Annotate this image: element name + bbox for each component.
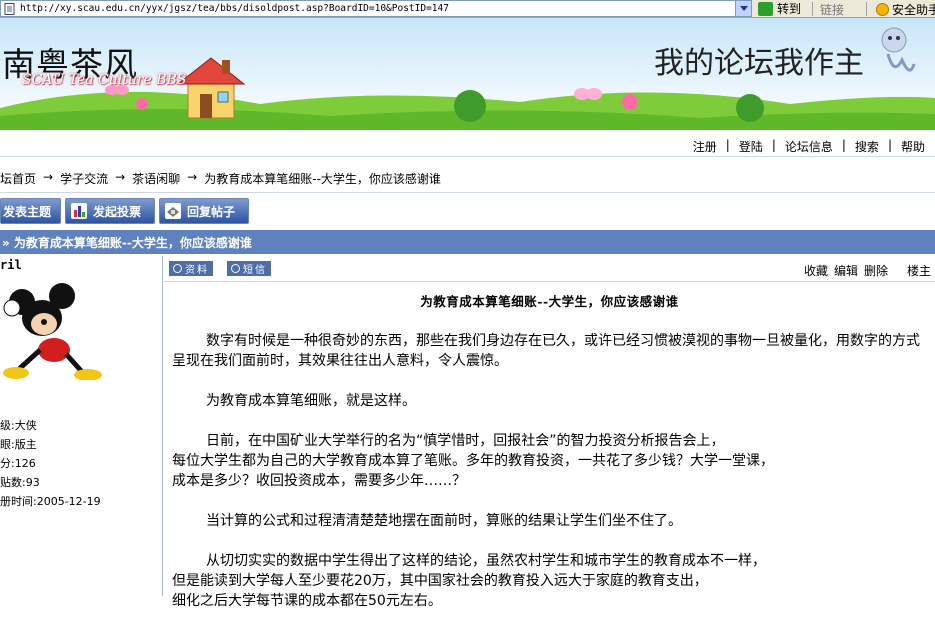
nav-divider: |	[725, 138, 730, 152]
post-toolbar: 资料 短信 收藏 编辑 删除 楼主	[164, 256, 935, 282]
post-paragraph: 数字有时候是一种很奇妙的东西，那些在我们身边存在已久，或许已经习惯被漠视的事物一…	[172, 333, 920, 369]
address-bar: http://xy.scau.edu.cn/yyx/jgsz/tea/bbs/d…	[0, 0, 935, 18]
url-field[interactable]: http://xy.scau.edu.cn/yyx/jgsz/tea/bbs/d…	[0, 0, 752, 17]
nav-divider: |	[887, 138, 892, 152]
nav-search-link[interactable]: 搜索	[855, 138, 879, 155]
nav-help-link[interactable]: 帮助	[901, 138, 925, 155]
post-body: 数字有时候是一种很奇妙的东西，那些在我们身边存在已久，或许已经习惯被漠视的事物一…	[172, 331, 932, 631]
breadcrumb-current-topic: 为教育成本算笔细账--大学生，你应该感谢谁	[204, 172, 441, 186]
reply-icon	[165, 203, 181, 219]
go-arrow-icon	[758, 1, 773, 16]
delete-link[interactable]: 删除	[864, 262, 888, 279]
breadcrumb-separator: →	[43, 170, 54, 184]
message-icon	[231, 264, 240, 273]
new-topic-button[interactable]: 发表主题	[0, 198, 61, 224]
forum-banner: 南粤茶风 SCAU Tea Culture BBS 我的论坛我作主	[0, 18, 935, 130]
forum-slogan: 我的论坛我作主	[654, 46, 864, 81]
message-button[interactable]: 短信	[227, 261, 271, 276]
breadcrumb-student-exchange[interactable]: 学子交流	[60, 170, 108, 187]
post-paragraph: 日前，在中国矿业大学举行的名为“慎学惜时，回报社会”的智力投资分析报告会上， 每…	[172, 433, 774, 489]
avatar	[3, 283, 102, 380]
forum-subtitle: SCAU Tea Culture BBS	[22, 72, 187, 88]
post-paragraph: 当计算的公式和过程清清楚楚地摆在面前时，算账的结果让学生们坐不住了。	[206, 513, 682, 529]
breadcrumb-tea-chat[interactable]: 茶语闲聊	[132, 170, 180, 187]
divider	[0, 156, 935, 157]
url-text: http://xy.scau.edu.cn/yyx/jgsz/tea/bbs/d…	[20, 3, 449, 14]
floor-label: 楼主	[906, 264, 931, 278]
nav-divider: |	[771, 138, 776, 152]
author-registered: 册时间:2005-12-19	[0, 495, 101, 508]
top-navigation: 注册 | 登陆 | 论坛信息 | 搜索 | 帮助	[0, 134, 935, 157]
go-button[interactable]: 转到	[758, 1, 801, 16]
post-actions: 发表主题 发起投票 回复帖子	[0, 198, 253, 224]
breadcrumb-separator: →	[115, 170, 126, 184]
toolbar-divider	[866, 2, 867, 16]
post-content: 资料 短信 收藏 编辑 删除 楼主 为教育成本算笔细账--大学生，你应该感谢谁 …	[164, 256, 935, 609]
shield-icon	[876, 3, 889, 16]
reply-button[interactable]: 回复帖子	[159, 198, 249, 224]
post-paragraph: 从切切实实的数据中学生得出了这样的结论，虽然农村学生和城市学生的教育成本不一样，…	[172, 553, 766, 609]
author-level: 级:大侠	[0, 419, 37, 432]
post-paragraph: 为教育成本算笔细账，就是这样。	[206, 393, 416, 409]
profile-icon	[173, 264, 182, 273]
author-role: 眼:版主	[0, 438, 37, 451]
security-helper-button[interactable]: 安全助手	[876, 1, 935, 18]
new-vote-button[interactable]: 发起投票	[65, 198, 155, 224]
author-points: 分:126	[0, 457, 36, 470]
post-title: 为教育成本算笔细账--大学生，你应该感谢谁	[420, 294, 679, 309]
favorite-link[interactable]: 收藏	[804, 262, 828, 279]
profile-button[interactable]: 资料	[169, 261, 213, 276]
page-icon	[4, 2, 15, 15]
author-posts: 贴数:93	[0, 476, 40, 489]
toolbar-divider	[812, 2, 813, 16]
links-menu[interactable]: 链接	[820, 1, 844, 18]
chevron-down-icon[interactable]	[735, 1, 751, 16]
nav-forum-info-link[interactable]: 论坛信息	[785, 138, 833, 155]
nav-divider: |	[841, 138, 846, 152]
breadcrumb-forum-home[interactable]: 坛首页	[0, 170, 36, 187]
author-name[interactable]: ril	[0, 258, 22, 272]
breadcrumb: 坛首页 → 学子交流 → 茶语闲聊 → 为教育成本算笔细账--大学生，你应该感谢…	[0, 167, 935, 193]
nav-login-link[interactable]: 登陆	[739, 138, 763, 155]
breadcrumb-separator: →	[187, 170, 198, 184]
nav-register-link[interactable]: 注册	[693, 138, 717, 155]
topic-header: » 为教育成本算笔细账--大学生，你应该感谢谁	[0, 230, 935, 254]
chart-icon	[71, 203, 87, 219]
edit-link[interactable]: 编辑	[834, 262, 858, 279]
author-panel: ril 级:大侠 眼:版主 分:126 贴数:93 册时间:2005-12-19	[0, 256, 163, 596]
